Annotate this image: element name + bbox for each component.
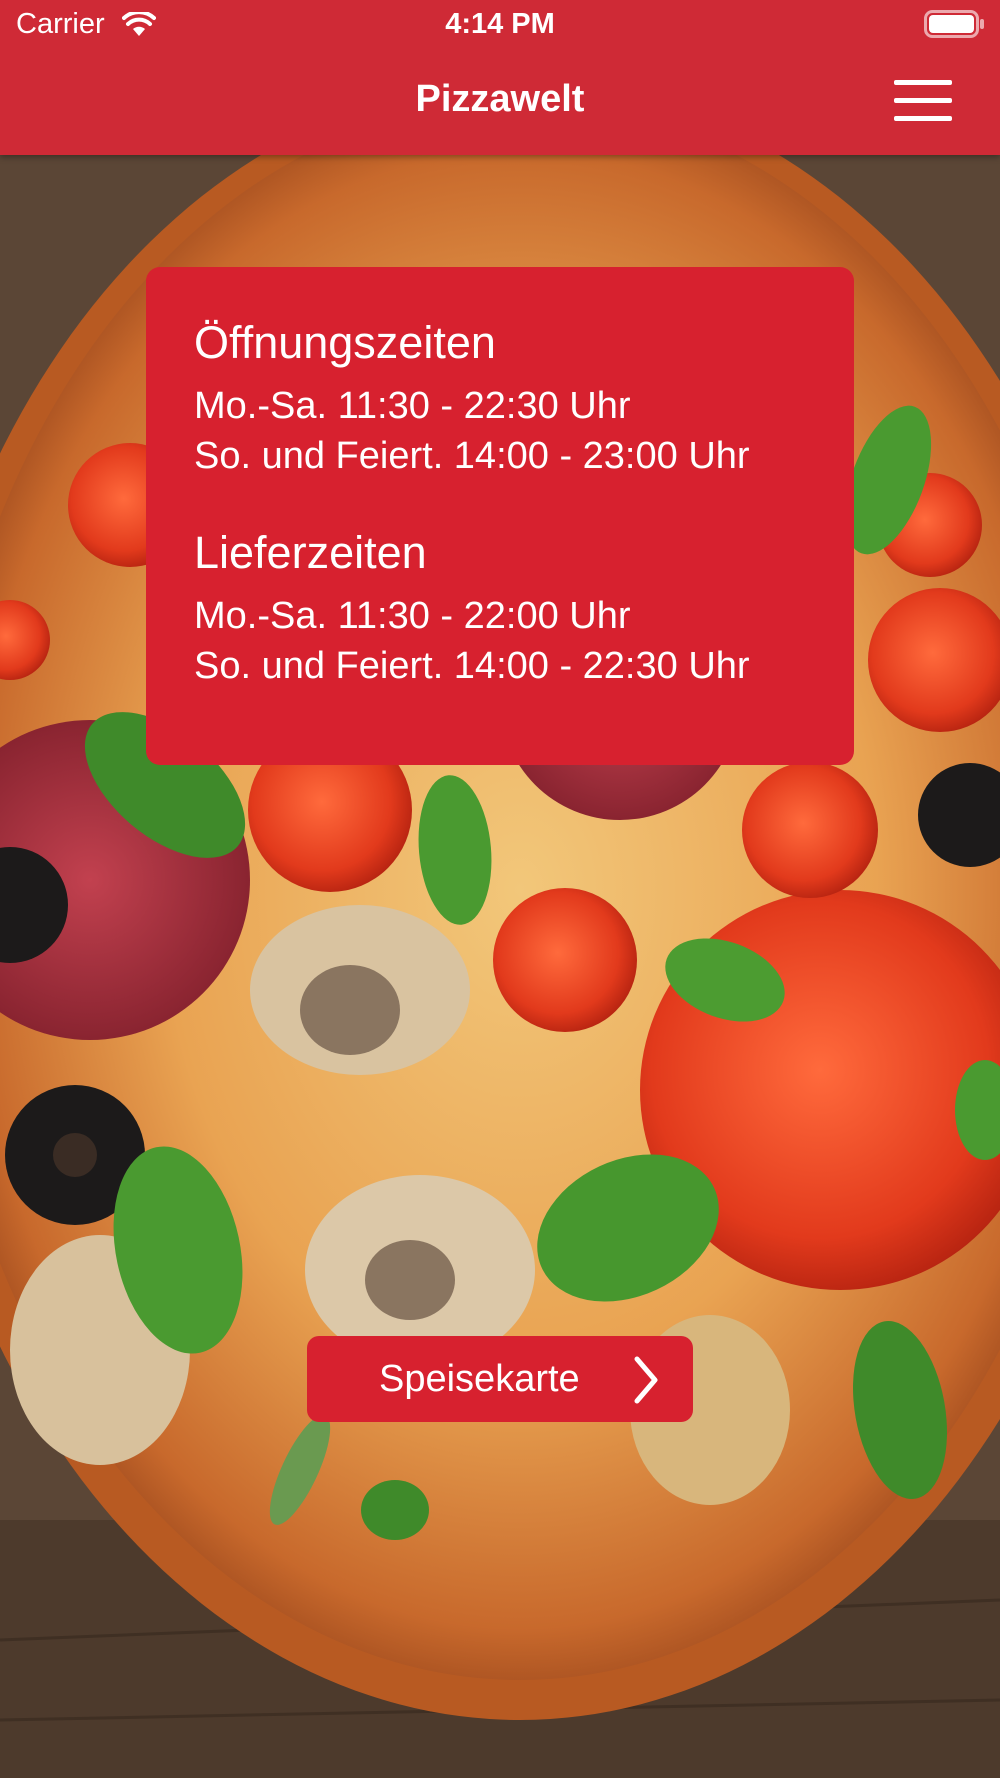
- speisekarte-button[interactable]: Speisekarte: [307, 1336, 693, 1422]
- opening-hours-line: So. und Feiert. 14:00 - 23:00 Uhr: [194, 435, 750, 477]
- page-title: Pizzawelt: [415, 78, 585, 120]
- hamburger-menu-icon[interactable]: [886, 74, 960, 128]
- chevron-right-icon: [634, 1356, 658, 1404]
- delivery-hours-line: So. und Feiert. 14:00 - 22:30 Uhr: [194, 645, 750, 687]
- app-screen: Carrier 4:14 PM Pizzawelt Öffnungszeiten…: [0, 0, 1000, 1778]
- opening-hours-title: Öffnungszeiten: [194, 317, 496, 368]
- speisekarte-label: Speisekarte: [379, 1358, 580, 1400]
- battery-icon: [924, 10, 984, 38]
- navigation-bar: Carrier 4:14 PM Pizzawelt: [0, 0, 1000, 155]
- opening-hours-line: Mo.-Sa. 11:30 - 22:30 Uhr: [194, 385, 631, 427]
- delivery-hours-line: Mo.-Sa. 11:30 - 22:00 Uhr: [194, 595, 631, 637]
- delivery-hours-title: Lieferzeiten: [194, 527, 427, 578]
- opening-hours-card: Öffnungszeiten Mo.-Sa. 11:30 - 22:30 Uhr…: [146, 267, 854, 765]
- status-time: 4:14 PM: [445, 8, 555, 40]
